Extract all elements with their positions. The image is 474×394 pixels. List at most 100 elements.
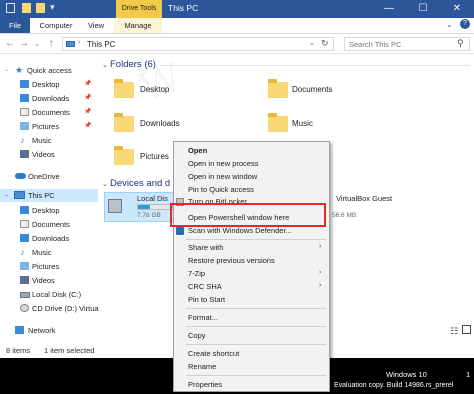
refresh-icon[interactable]: ↻ (321, 38, 329, 49)
minimize-button[interactable]: — (372, 0, 406, 18)
nav-quick-access[interactable]: ⌄ ★ Quick access (0, 64, 98, 77)
pin-icon[interactable]: 📌 (84, 120, 91, 133)
nav-label: OneDrive (28, 172, 60, 181)
menu-item-open[interactable]: Open (188, 146, 207, 156)
tab-manage[interactable]: Manage (114, 18, 162, 33)
pictures-icon (20, 122, 29, 130)
up-arrow-icon[interactable]: ↑ (45, 38, 57, 49)
folder-icon[interactable] (22, 3, 31, 13)
nav-label: Desktop (32, 80, 60, 89)
folder-documents[interactable]: Documents (292, 85, 332, 94)
nav-pc-pictures[interactable]: Pictures (0, 260, 98, 273)
forward-arrow-icon[interactable]: → (18, 38, 30, 49)
nav-pc-music[interactable]: ♪ Music (0, 246, 98, 259)
cd-drive-name[interactable]: VirtualBox Guest (336, 194, 392, 203)
menu-item-pin-quick-access[interactable]: Pin to Quick access (188, 185, 254, 195)
nav-pc-local-disk[interactable]: Local Disk (C:) (0, 288, 98, 301)
recent-locations-icon[interactable]: ⌄ (31, 40, 43, 48)
nav-pc-videos[interactable]: Videos (0, 274, 98, 287)
nav-pc-cd-drive[interactable]: CD Drive (D:) Virtua (0, 302, 99, 315)
menu-item-pin-start[interactable]: Pin to Start (188, 295, 225, 305)
nav-pc-documents[interactable]: Documents (0, 218, 98, 231)
cd-drive-free: 56.6 MB (332, 212, 357, 219)
menu-item-scan-defender[interactable]: Scan with Windows Defender... (188, 226, 292, 236)
customize-toolbar-icon[interactable]: ▾ (50, 2, 55, 13)
expand-chevron-icon[interactable]: ⌄ (4, 64, 9, 77)
large-icons-view-icon[interactable] (462, 325, 471, 334)
nav-onedrive[interactable]: OneDrive (0, 170, 98, 183)
quick-access-toolbar-icon[interactable] (6, 3, 15, 13)
menu-item-format[interactable]: Format... (188, 313, 218, 323)
folder-desktop-icon[interactable] (114, 79, 134, 98)
windows-drive-icon (108, 199, 122, 213)
nav-item-videos[interactable]: Videos (0, 148, 98, 161)
tab-file[interactable]: File (0, 18, 30, 33)
tab-view[interactable]: View (82, 18, 110, 33)
nav-item-music[interactable]: ♪ Music (0, 134, 98, 147)
nav-label: Quick access (27, 66, 72, 75)
menu-item-open-new-process[interactable]: Open in new process (188, 159, 258, 169)
folder-music-icon[interactable] (268, 113, 288, 132)
menu-item-crc-sha[interactable]: CRC SHA (188, 282, 222, 292)
nav-pc-desktop[interactable]: Desktop (0, 204, 98, 217)
details-view-icon[interactable]: ☷ (450, 326, 458, 337)
expand-chevron-icon[interactable]: ⌄ (4, 189, 9, 202)
help-icon[interactable]: ? (460, 19, 470, 29)
folder-downloads-icon[interactable] (114, 113, 134, 132)
clock[interactable]: 1 (466, 370, 474, 379)
menu-separator (186, 326, 326, 327)
pin-icon[interactable]: 📌 (84, 92, 91, 105)
folder-pictures-icon[interactable] (114, 146, 134, 165)
nav-item-documents[interactable]: Documents 📌 (0, 106, 98, 119)
address-bar[interactable]: › This PC ⌄ ↻ (62, 37, 334, 51)
nav-item-pictures[interactable]: Pictures 📌 (0, 120, 98, 133)
star-icon: ★ (15, 65, 24, 75)
menu-item-properties[interactable]: Properties (188, 380, 222, 390)
folder-music[interactable]: Music (292, 119, 313, 128)
drive-tools-context-tab[interactable]: Drive Tools (116, 0, 162, 18)
folder-documents-icon[interactable] (268, 79, 288, 98)
local-disk-free: 7.78 GB (137, 212, 161, 219)
address-dropdown-icon[interactable]: ⌄ (309, 39, 315, 47)
nav-item-downloads[interactable]: Downloads 📌 (0, 92, 98, 105)
network-icon (15, 326, 24, 334)
nav-label: Videos (32, 150, 55, 159)
new-folder-icon[interactable] (36, 3, 45, 13)
menu-separator (186, 239, 326, 240)
menu-item-open-new-window[interactable]: Open in new window (188, 172, 257, 182)
pin-icon[interactable]: 📌 (84, 78, 91, 91)
music-icon: ♪ (20, 135, 25, 145)
menu-item-share-with[interactable]: Share with (188, 243, 223, 253)
pin-icon[interactable]: 📌 (84, 106, 91, 119)
maximize-button[interactable]: ☐ (406, 0, 440, 18)
menu-item-rename[interactable]: Rename (188, 362, 216, 372)
back-arrow-icon[interactable]: ← (4, 38, 16, 49)
selected-count: 1 item selected (44, 346, 95, 355)
navigation-pane: ⌄ ★ Quick access Desktop 📌 Downloads 📌 D… (0, 58, 99, 342)
tab-computer[interactable]: Computer (34, 18, 78, 33)
menu-item-create-shortcut[interactable]: Create shortcut (188, 349, 239, 359)
menu-item-7zip[interactable]: 7-Zip (188, 269, 205, 279)
windows-edition-text: Windows 10 (386, 370, 427, 379)
nav-this-pc[interactable]: ⌄ This PC (0, 189, 98, 202)
collapse-chevron-icon[interactable]: ⌄ (102, 61, 108, 69)
nav-label: Downloads (32, 234, 70, 243)
folder-downloads[interactable]: Downloads (140, 119, 180, 128)
chevron-right-icon: › (78, 39, 81, 46)
nav-item-desktop[interactable]: Desktop 📌 (0, 78, 98, 91)
menu-separator (186, 375, 326, 376)
search-input[interactable]: Search This PC ⚲ (344, 37, 470, 51)
folder-pictures[interactable]: Pictures (140, 152, 169, 161)
evaluation-copy-text: Evaluation copy. Build 14986.rs_prerel (334, 382, 454, 389)
music-icon: ♪ (20, 247, 25, 257)
nav-network[interactable]: Network (0, 324, 98, 337)
collapse-chevron-icon[interactable]: ⌄ (102, 180, 108, 188)
nav-pc-downloads[interactable]: Downloads (0, 232, 98, 245)
window-title: This PC (168, 3, 199, 13)
menu-item-copy[interactable]: Copy (188, 331, 206, 341)
local-disk-item[interactable]: Local Dis 7.78 GB (104, 192, 174, 222)
close-button[interactable]: ✕ (440, 0, 474, 18)
menu-item-restore-versions[interactable]: Restore previous versions (188, 256, 275, 266)
expand-ribbon-icon[interactable]: ⌄ (446, 20, 453, 29)
videos-icon (20, 276, 29, 284)
